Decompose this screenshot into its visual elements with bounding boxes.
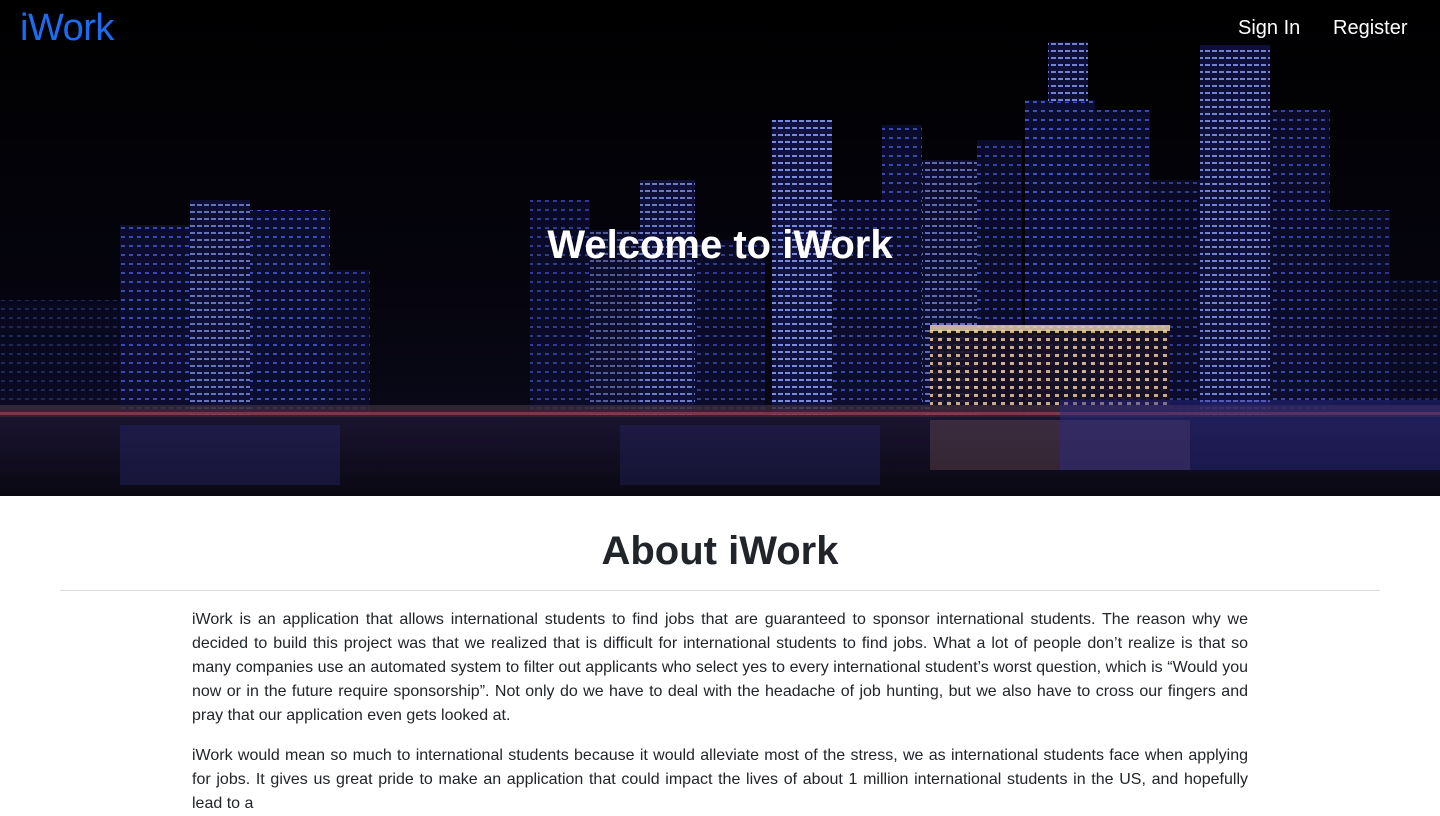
section-divider — [60, 590, 1380, 591]
about-section: About iWork iWork is an application that… — [0, 496, 1440, 812]
sign-in-link[interactable]: Sign In — [1238, 14, 1300, 42]
hero-banner: iWork Sign In Register Welcome to iWork — [0, 0, 1440, 496]
register-link[interactable]: Register — [1333, 14, 1407, 42]
about-title: About iWork — [601, 529, 839, 573]
hero-title: Welcome to iWork — [547, 223, 893, 267]
about-paragraph-1: iWork is an application that allows inte… — [192, 611, 1248, 724]
top-navbar: iWork Sign In Register — [0, 0, 1440, 56]
brand-logo-link[interactable]: iWork — [20, 6, 114, 50]
about-paragraph-2: iWork would mean so much to internationa… — [192, 747, 1248, 812]
